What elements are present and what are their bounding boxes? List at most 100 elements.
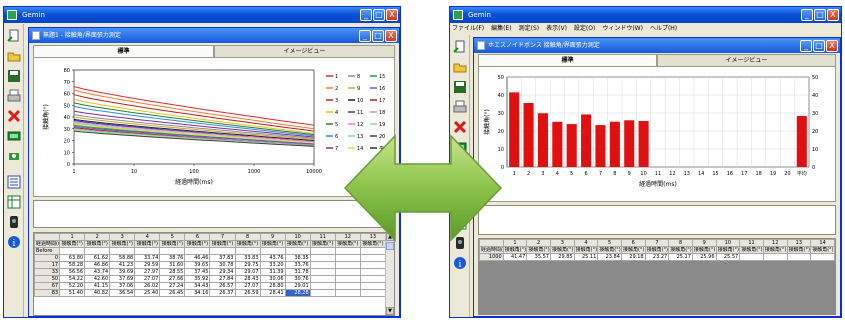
save-icon[interactable]: [6, 68, 22, 84]
table-cell[interactable]: 63.80: [59, 254, 86, 262]
column-header[interactable]: 8: [668, 239, 693, 247]
column-header[interactable]: 5: [597, 239, 622, 247]
table-cell[interactable]: [359, 289, 387, 297]
table-cell[interactable]: 26.02: [134, 282, 161, 290]
left-notes-area[interactable]: [33, 200, 395, 228]
left-titlebar[interactable]: Gemin _ □ X: [4, 7, 400, 23]
info-icon[interactable]: i: [452, 255, 468, 271]
table-cell[interactable]: [334, 268, 361, 276]
table-row[interactable]: 67 52.20 41.15 37.06 26.02 27.24 34.43 26.57 27.…: [34, 282, 387, 290]
table-cell[interactable]: 31.78: [284, 268, 311, 276]
table-cell[interactable]: [359, 282, 387, 290]
menu-edit[interactable]: 編集(E): [491, 23, 511, 34]
table-cell[interactable]: 26.57: [209, 282, 236, 290]
table-cell[interactable]: 28.55: [159, 268, 186, 276]
table-cell[interactable]: 33.76: [284, 261, 311, 269]
menu-window[interactable]: ウィンドウ(W): [602, 23, 643, 34]
table-cell[interactable]: [309, 261, 336, 269]
table-cell[interactable]: 27.66: [159, 275, 186, 283]
table-cell[interactable]: 25.57: [715, 253, 741, 261]
table-cell[interactable]: 52.20: [59, 282, 86, 290]
table-cell[interactable]: 28.80: [259, 282, 286, 290]
camera-icon[interactable]: [6, 148, 22, 164]
table-cell[interactable]: 46.86: [84, 261, 111, 269]
right-notes-area[interactable]: [478, 205, 836, 235]
table-cell[interactable]: 23.27: [644, 253, 670, 261]
save-icon[interactable]: [452, 79, 468, 95]
table-cell[interactable]: [209, 247, 236, 255]
table-cell[interactable]: [309, 282, 336, 290]
column-header[interactable]: 12: [762, 239, 788, 247]
scroll-down-icon[interactable]: ▼: [386, 307, 394, 315]
table-cell[interactable]: [84, 247, 111, 255]
table-cell[interactable]: 37.06: [109, 282, 136, 290]
column-header[interactable]: 7: [209, 233, 236, 241]
table-row[interactable]: 50 54.22 42.60 37.69 27.07 27.66 35.92 27.84 28.…: [34, 275, 387, 283]
table-cell[interactable]: [159, 247, 186, 255]
left-data-grid[interactable]: 12345678910111213経過時間(ms)接触角(°)接触角(°)接触角…: [33, 232, 395, 316]
column-header[interactable]: 11: [309, 233, 336, 241]
child-maximize-button[interactable]: □: [813, 40, 825, 52]
column-header[interactable]: 4: [573, 239, 599, 247]
column-header[interactable]: 1: [502, 239, 528, 247]
table-cell[interactable]: 26.37: [209, 289, 236, 297]
tab-image-view[interactable]: イメージビュー: [657, 54, 836, 66]
child-close-button[interactable]: X: [826, 40, 838, 52]
table-row[interactable]: 83 51.40 40.82 36.54 25.40 26.45 34.16 26.37 26.…: [34, 289, 387, 297]
table-cell[interactable]: 29.75: [234, 261, 261, 269]
maximize-button[interactable]: □: [814, 9, 826, 21]
row-header[interactable]: 83: [34, 289, 61, 297]
row-header[interactable]: Before: [34, 247, 61, 255]
table-cell[interactable]: 34.16: [184, 289, 211, 297]
child-minimize-button[interactable]: _: [359, 30, 371, 42]
table-cell[interactable]: 31.60: [159, 261, 186, 269]
table-cell[interactable]: 35.92: [184, 275, 211, 283]
delete-icon[interactable]: [6, 108, 22, 124]
table-cell[interactable]: 31.39: [259, 268, 286, 276]
tab-standard[interactable]: 標準: [478, 54, 657, 66]
menu-view[interactable]: 表示(V): [546, 23, 567, 34]
table-cell[interactable]: 27.24: [159, 282, 186, 290]
table-cell[interactable]: 43.76: [259, 254, 286, 262]
table-row[interactable]: Before: [34, 247, 387, 255]
open-folder-icon[interactable]: [452, 59, 468, 75]
minimize-button[interactable]: _: [360, 9, 372, 21]
table-cell[interactable]: 29.85: [549, 253, 575, 261]
table-cell[interactable]: 29.07: [234, 268, 261, 276]
row-header[interactable]: 1000: [479, 253, 504, 261]
table-cell[interactable]: 29.34: [209, 268, 236, 276]
table-cell[interactable]: 37.69: [109, 275, 136, 283]
column-header[interactable]: 8: [234, 233, 261, 241]
table-cell[interactable]: 27.07: [234, 282, 261, 290]
table-cell[interactable]: 33.83: [234, 254, 261, 262]
column-header[interactable]: 10: [284, 233, 311, 241]
table-cell[interactable]: 27.07: [134, 275, 161, 283]
column-header[interactable]: 3: [549, 239, 575, 247]
table-cell[interactable]: 28.41: [259, 289, 286, 297]
open-folder-icon[interactable]: [6, 48, 22, 64]
table-cell[interactable]: 38.76: [159, 254, 186, 262]
table-cell[interactable]: 41.15: [84, 282, 111, 290]
table-cell[interactable]: [359, 261, 387, 269]
table-cell[interactable]: 29.59: [134, 261, 161, 269]
lens-icon[interactable]: [6, 214, 22, 230]
table-cell[interactable]: [109, 247, 136, 255]
table-cell[interactable]: 37.83: [209, 254, 236, 262]
column-header[interactable]: 14: [810, 239, 835, 247]
column-header[interactable]: 9: [691, 239, 717, 247]
right-titlebar[interactable]: Gemin _ □ X: [450, 7, 841, 23]
table-cell[interactable]: 36.54: [109, 289, 136, 297]
table-cell[interactable]: 27.97: [134, 268, 161, 276]
table-cell[interactable]: [184, 247, 211, 255]
table-cell[interactable]: 51.40: [59, 289, 86, 297]
column-header[interactable]: 6: [620, 239, 646, 247]
menu-measure[interactable]: 測定(S): [519, 23, 540, 34]
table-cell[interactable]: [762, 253, 788, 261]
new-file-icon[interactable]: [6, 28, 22, 44]
table-cell[interactable]: [334, 282, 361, 290]
table-cell[interactable]: 29.18: [620, 253, 646, 261]
table-cell[interactable]: 38.35: [284, 254, 311, 262]
close-button[interactable]: X: [386, 9, 398, 21]
table-cell[interactable]: 56.56: [59, 268, 86, 276]
list-icon[interactable]: [6, 174, 22, 190]
